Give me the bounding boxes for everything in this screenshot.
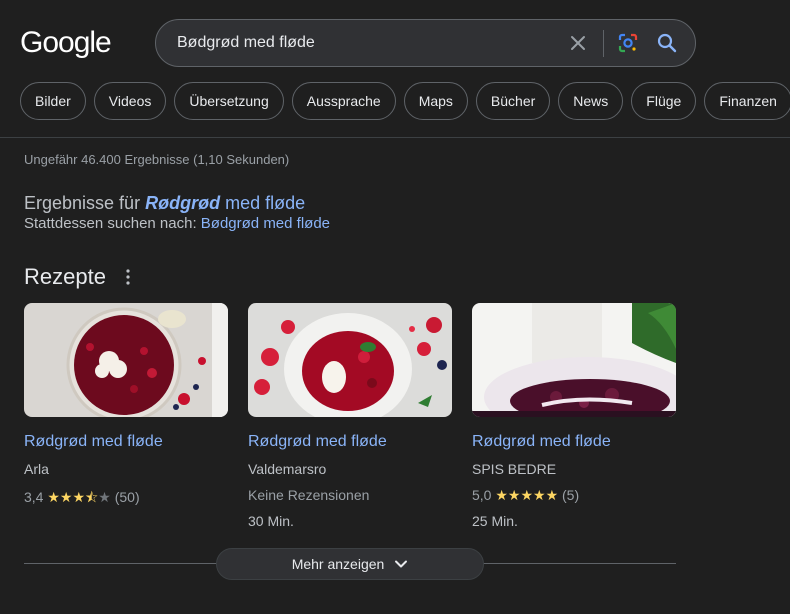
recipe-source: Valdemarsro [248,461,327,477]
recipe-image[interactable] [248,303,452,417]
show-more-label: Mehr anzeigen [291,556,385,572]
chevron-down-icon [395,560,408,568]
search-icon[interactable] [656,32,678,54]
recipe-rating: 5,0 ★★★★★ (5) [472,487,579,504]
rating-stars: ★★★ [47,489,86,505]
recipe-card[interactable]: Rødgrød med fløde Arla 3,4 ★★★⯪★ (50) [24,303,228,505]
rating-half-star: ⯪ [85,489,99,505]
recipe-time: 25 Min. [472,513,518,529]
chip-finanzen[interactable]: Finanzen [704,82,790,120]
instead-prefix: Stattdessen suchen nach: [24,215,197,232]
chip-aussprache[interactable]: Aussprache [291,82,396,120]
search-instead: Stattdessen suchen nach: Bødgrød med flø… [24,215,330,232]
recipe-time: 30 Min. [248,513,294,529]
chip-uebersetzung[interactable]: Übersetzung [174,82,284,120]
corrected-rest: med fløde [225,193,306,213]
recipe-card[interactable]: Rødgrød med fløde Valdemarsro Keine Reze… [248,303,452,529]
recipe-title[interactable]: Rødgrød med fløde [472,433,611,451]
google-lens-icon[interactable] [617,32,639,54]
corrected-word: Rødgrød [145,193,221,213]
clear-icon[interactable] [568,33,588,53]
review-count: (50) [114,489,140,505]
recipe-source: SPIS BEDRE [472,461,557,477]
original-query-link[interactable]: Bødgrød med fløde [201,215,330,232]
chip-news[interactable]: News [558,82,624,120]
recipe-card[interactable]: Rødgrød med fløde SPIS BEDRE 5,0 ★★★★★ (… [472,303,676,529]
recipe-source: Arla [24,461,49,477]
review-count: (5) [562,487,580,503]
recipe-rating: 3,4 ★★★⯪★ (50) [24,487,140,511]
chip-maps[interactable]: Maps [403,82,468,120]
spelling-prefix: Ergebnisse für [24,193,141,213]
google-logo[interactable]: Google [20,26,112,60]
recipe-image[interactable] [472,303,676,417]
no-reviews-label: Keine Rezensionen [248,487,370,503]
recipe-title[interactable]: Rødgrød med fløde [24,433,163,451]
recipe-image[interactable] [24,303,228,417]
rating-value: 3,4 [24,489,44,505]
chip-bilder[interactable]: Bilder [20,82,86,120]
search-box[interactable] [155,19,696,67]
search-divider [603,30,604,57]
rating-value: 5,0 [472,487,492,503]
chip-videos[interactable]: Videos [93,82,167,120]
chip-fluege[interactable]: Flüge [631,82,697,120]
chip-buecher[interactable]: Bücher [475,82,551,120]
corrected-query-link[interactable]: Rødgrød med fløde [145,193,305,213]
show-more-button[interactable]: Mehr anzeigen [216,548,484,580]
recipe-title[interactable]: Rødgrød med fløde [248,433,387,451]
rating-stars: ★★★★★ [495,487,559,503]
search-input[interactable] [177,31,547,55]
recipes-heading: Rezepte [24,264,106,289]
more-options-icon[interactable] [120,268,136,286]
result-stats: Ungefähr 46.400 Ergebnisse (1,10 Sekunde… [24,152,290,167]
spelling-correction: Ergebnisse für Rødgrød med fløde [24,193,305,214]
rating-empty-star: ★ [98,489,111,505]
header: Google Bilder Videos Übersetzung Ausspra… [0,0,790,138]
filter-chips: Bilder Videos Übersetzung Aussprache Map… [20,82,790,120]
